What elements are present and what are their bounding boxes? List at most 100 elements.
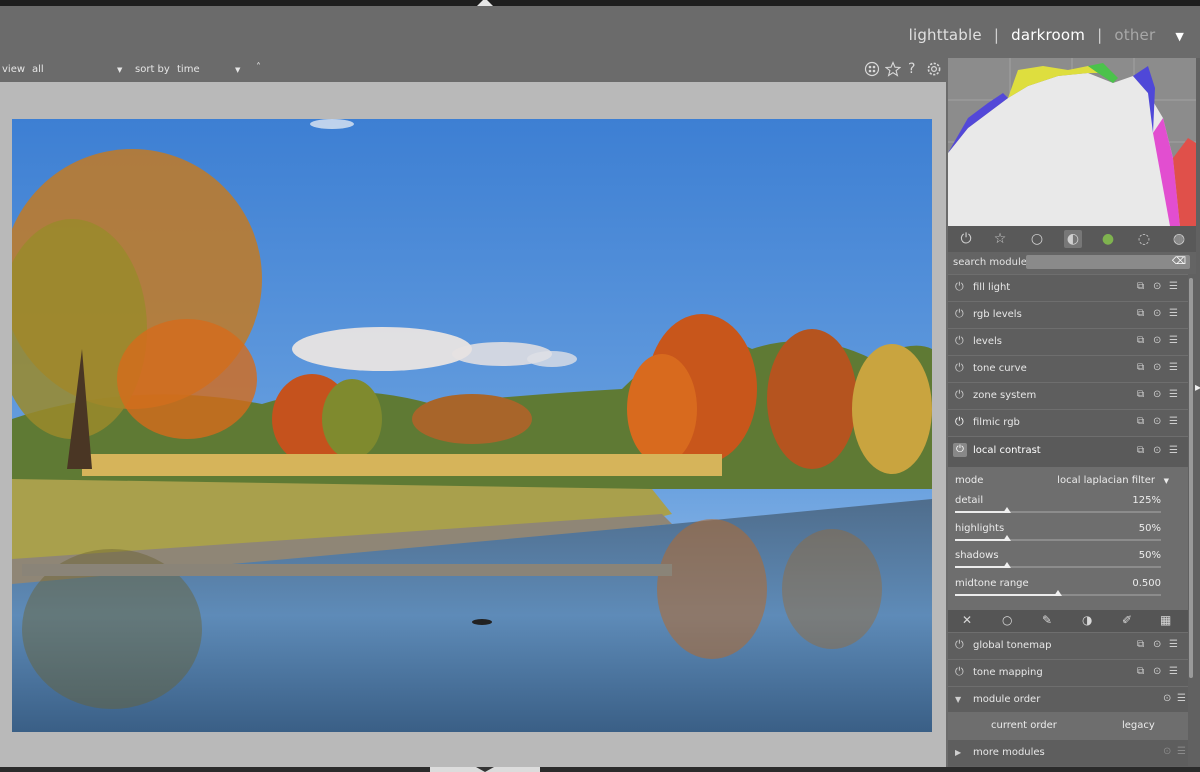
presets-menu-icon[interactable]: ☰: [1169, 308, 1178, 319]
slider-knob[interactable]: [1002, 507, 1011, 513]
multi-instance-icon[interactable]: ⧉: [1137, 416, 1144, 427]
base-group-icon[interactable]: ○: [1028, 230, 1046, 248]
presets-icon[interactable]: [864, 61, 880, 81]
reset-icon[interactable]: ⊙: [1163, 693, 1171, 704]
slider-knob[interactable]: [1002, 535, 1011, 541]
right-panel-scrollbar[interactable]: [1189, 278, 1193, 678]
active-modules-group-icon[interactable]: ⏻: [957, 230, 975, 248]
help-icon[interactable]: ?: [908, 61, 915, 77]
module-tone-mapping[interactable]: ⏻ tone mapping ⧉ ⊙ ☰: [948, 659, 1188, 686]
power-icon[interactable]: ⏻: [955, 307, 964, 321]
reset-icon[interactable]: ⊙: [1153, 281, 1161, 292]
multi-instance-icon[interactable]: ⧉: [1137, 308, 1144, 319]
power-icon[interactable]: ⏻: [955, 280, 964, 294]
reset-icon[interactable]: ⊙: [1153, 416, 1161, 427]
expand-arrow-icon[interactable]: ▶: [955, 748, 961, 757]
uniform-mask-icon[interactable]: ○: [1002, 613, 1012, 627]
presets-menu-icon[interactable]: ☰: [1169, 416, 1178, 427]
bottom-panel-collapse-strip[interactable]: [0, 767, 1200, 772]
expand-arrow-icon[interactable]: ▼: [955, 695, 961, 704]
presets-menu-icon[interactable]: ☰: [1177, 746, 1186, 757]
shadows-slider[interactable]: [955, 562, 1161, 568]
mode-select[interactable]: local laplacian filter: [1057, 475, 1155, 486]
presets-menu-icon[interactable]: ☰: [1169, 362, 1178, 373]
photo-canvas[interactable]: [12, 119, 932, 732]
multi-instance-icon[interactable]: ⧉: [1137, 281, 1144, 292]
view-lighttable[interactable]: lighttable: [909, 26, 982, 44]
power-icon[interactable]: ⏻: [955, 334, 964, 348]
power-icon[interactable]: ⏻: [955, 361, 964, 375]
presets-menu-icon[interactable]: ☰: [1169, 445, 1178, 456]
power-icon[interactable]: ⏻: [955, 638, 964, 652]
slider-knob[interactable]: [1002, 562, 1011, 568]
more-modules-section[interactable]: ▶ more modules ⊙ ☰: [948, 739, 1188, 766]
multi-instance-icon[interactable]: ⧉: [1137, 445, 1144, 456]
module-levels[interactable]: ⏻ levels ⧉ ⊙ ☰: [948, 328, 1188, 355]
mode-dropdown-icon[interactable]: ▼: [1164, 477, 1169, 485]
view-filter-dropdown-icon[interactable]: ▼: [117, 66, 122, 74]
drawn-parametric-mask-icon[interactable]: ✐: [1122, 613, 1132, 627]
multi-instance-icon[interactable]: ⧉: [1137, 639, 1144, 650]
presets-menu-icon[interactable]: ☰: [1169, 335, 1178, 346]
gear-icon[interactable]: [926, 61, 942, 81]
view-filter-select[interactable]: all: [32, 64, 44, 75]
power-icon[interactable]: ⏻: [955, 388, 964, 402]
reset-icon[interactable]: ⊙: [1153, 639, 1161, 650]
star-icon[interactable]: [884, 61, 902, 81]
presets-menu-icon[interactable]: ☰: [1169, 666, 1178, 677]
clear-search-icon[interactable]: ⌫: [1172, 256, 1186, 267]
module-global-tonemap[interactable]: ⏻ global tonemap ⧉ ⊙ ☰: [948, 632, 1188, 659]
sort-direction-toggle[interactable]: ˄: [256, 62, 261, 73]
module-filmic-rgb[interactable]: ⏻ filmic rgb ⧉ ⊙ ☰: [948, 409, 1188, 436]
module-rgb-levels[interactable]: ⏻ rgb levels ⧉ ⊙ ☰: [948, 301, 1188, 328]
tone-group-icon[interactable]: ◐: [1064, 230, 1082, 248]
views-dropdown-icon[interactable]: ▼: [1175, 30, 1184, 43]
mode-row[interactable]: mode local laplacian filter ▼: [955, 475, 1169, 486]
reset-icon[interactable]: ⊙: [1153, 666, 1161, 677]
presets-menu-icon[interactable]: ☰: [1177, 693, 1186, 704]
histogram[interactable]: [948, 58, 1196, 226]
presets-menu-icon[interactable]: ☰: [1169, 389, 1178, 400]
power-icon[interactable]: ⏻: [955, 415, 964, 429]
parametric-mask-icon[interactable]: ◑: [1082, 613, 1092, 627]
color-group-icon[interactable]: ●: [1099, 230, 1117, 248]
search-module-input[interactable]: ⌫: [1026, 255, 1190, 269]
sort-dropdown-icon[interactable]: ▼: [235, 66, 240, 74]
presets-menu-icon[interactable]: ☰: [1169, 639, 1178, 650]
drawn-mask-icon[interactable]: ✎: [1042, 613, 1052, 627]
reset-icon[interactable]: ⊙: [1153, 445, 1161, 456]
effect-group-icon[interactable]: ◍: [1170, 230, 1188, 248]
view-darkroom[interactable]: darkroom: [1011, 26, 1085, 44]
slider-knob[interactable]: [1054, 590, 1062, 596]
view-other[interactable]: other: [1114, 26, 1155, 44]
module-zone-system[interactable]: ⏻ zone system ⧉ ⊙ ☰: [948, 382, 1188, 409]
collapse-bottom-arrow-icon[interactable]: [476, 767, 494, 772]
mask-off-icon[interactable]: ✕: [962, 613, 972, 627]
presets-menu-icon[interactable]: ☰: [1169, 281, 1178, 292]
legacy-order-button[interactable]: legacy: [1122, 720, 1155, 731]
multi-instance-icon[interactable]: ⧉: [1137, 362, 1144, 373]
module-local-contrast[interactable]: ⏻ local contrast ⧉ ⊙ ☰: [948, 436, 1188, 467]
module-tone-curve[interactable]: ⏻ tone curve ⧉ ⊙ ☰: [948, 355, 1188, 382]
favorites-group-icon[interactable]: ☆: [991, 230, 1009, 248]
power-icon[interactable]: ⏻: [953, 443, 967, 457]
module-fill-light[interactable]: ⏻ fill light ⧉ ⊙ ☰: [948, 274, 1188, 301]
reset-icon[interactable]: ⊙: [1153, 308, 1161, 319]
raster-mask-icon[interactable]: ▦: [1160, 613, 1171, 627]
highlights-slider[interactable]: [955, 535, 1161, 541]
correct-group-icon[interactable]: ◌: [1135, 230, 1153, 248]
reset-icon[interactable]: ⊙: [1153, 362, 1161, 373]
multi-instance-icon[interactable]: ⧉: [1137, 666, 1144, 677]
detail-slider[interactable]: [955, 507, 1161, 513]
midtone-range-slider[interactable]: [955, 590, 1161, 596]
sort-by-select[interactable]: time: [177, 64, 200, 75]
module-order-section[interactable]: ▼ module order ⊙ ☰: [948, 686, 1188, 713]
current-order-button[interactable]: current order: [991, 720, 1057, 731]
reset-icon[interactable]: ⊙: [1153, 335, 1161, 346]
expand-right-panel-arrow-icon[interactable]: ▸: [1195, 380, 1200, 394]
multi-instance-icon[interactable]: ⧉: [1137, 335, 1144, 346]
power-icon[interactable]: ⏻: [955, 665, 964, 679]
reset-icon[interactable]: ⊙: [1163, 746, 1171, 757]
reset-icon[interactable]: ⊙: [1153, 389, 1161, 400]
multi-instance-icon[interactable]: ⧉: [1137, 389, 1144, 400]
